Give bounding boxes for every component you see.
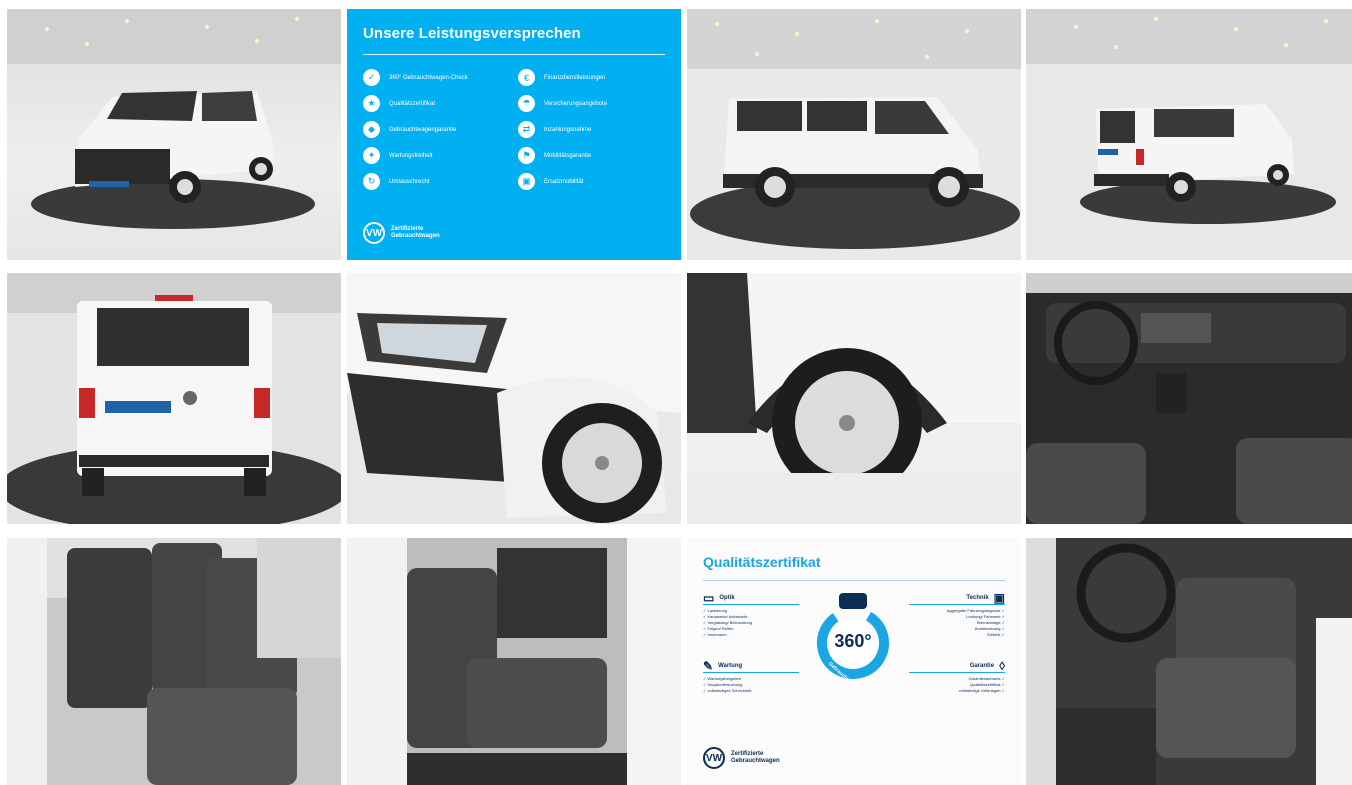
photo-rear[interactable] bbox=[7, 273, 341, 524]
photo-dashboard[interactable] bbox=[1026, 273, 1352, 524]
wartung-title: Wartung bbox=[718, 663, 743, 669]
promise-title: Unsere Leistungsversprechen bbox=[363, 25, 581, 42]
garantie-section: Garantie ◊ Garantienachweis ✓ Qualitätsze… bbox=[909, 659, 1005, 694]
photo-wheel[interactable] bbox=[687, 273, 1021, 524]
photo-front-left[interactable] bbox=[7, 9, 341, 260]
car-check-icon: ▣ bbox=[993, 591, 1005, 605]
tradein-icon: ⇄ bbox=[518, 121, 535, 138]
van-wheel-image bbox=[687, 273, 1021, 524]
brand-line-1: Zertifizierte bbox=[391, 226, 424, 232]
photo-front-seats[interactable] bbox=[1026, 538, 1352, 785]
van-side-image bbox=[687, 9, 1021, 260]
finance-icon: € bbox=[518, 69, 535, 86]
vw-logo-icon: VW bbox=[363, 222, 385, 244]
promise-brand: VW Zertifizierte Gebrauchtwagen bbox=[363, 222, 440, 244]
brand-line-2: Gebrauchtwagen bbox=[391, 233, 440, 239]
promise-item: ★ Qualitätszertifikat bbox=[363, 95, 510, 112]
garantie-title: Garantie bbox=[969, 663, 995, 669]
photo-headlight[interactable] bbox=[347, 273, 681, 524]
optik-title: Optik bbox=[719, 595, 735, 601]
technik-title: Technik bbox=[966, 595, 989, 601]
brand-line-1: Zertifizierte bbox=[731, 751, 764, 757]
promise-item: ⚑ Mobilitätsgarantie bbox=[518, 147, 665, 164]
technik-item: Elektrik ✓ bbox=[987, 632, 1005, 637]
wartung-section: ✎ Wartung ✓ Wartungsfreigaben ✓ Hauptunte… bbox=[703, 659, 799, 694]
check-icon: ✓ bbox=[363, 69, 380, 86]
promise-item: ✦ Wartungsfreiheit bbox=[363, 147, 510, 164]
certificate-icon: ★ bbox=[363, 95, 380, 112]
360-gauge: 360° Gebrauchtwagen-Check bbox=[815, 591, 891, 704]
warranty-icon: ⚑ bbox=[518, 147, 535, 164]
vw-logo-icon: VW bbox=[703, 747, 725, 769]
quality-title: Qualitätszertifikat bbox=[703, 554, 821, 570]
technik-section: Technik ▣ Aggregate/ Fahrzeugdiagnose ✓ L… bbox=[909, 591, 1005, 638]
van-passenger-seat-image bbox=[347, 538, 681, 785]
promise-item: ↻ Umtauschrecht bbox=[363, 173, 510, 190]
promise-item: ✓ 360° Gebrauchtwagen-Check bbox=[363, 69, 510, 86]
promise-divider bbox=[363, 54, 665, 55]
photo-rear-left[interactable] bbox=[1026, 9, 1352, 260]
shield-icon: ◆ bbox=[363, 121, 380, 138]
promise-card[interactable]: Unsere Leistungsversprechen ✓ 360° Gebrau… bbox=[347, 9, 681, 260]
wrench-icon: ✦ bbox=[363, 147, 380, 164]
van-rear-left-image bbox=[1026, 9, 1352, 260]
van-rear-seats-image bbox=[7, 538, 341, 785]
photo-passenger-seat[interactable] bbox=[347, 538, 681, 785]
photo-side[interactable] bbox=[687, 9, 1021, 260]
brand-line-2: Gebrauchtwagen bbox=[731, 758, 780, 764]
promise-item: ◆ Gebrauchtwagengarantie bbox=[363, 121, 510, 138]
insurance-icon: ☂ bbox=[518, 95, 535, 112]
quality-card[interactable]: Qualitätszertifikat ▭ Optik ✓ Lackierung … bbox=[687, 538, 1021, 785]
car-icon: ▣ bbox=[518, 173, 535, 190]
garantie-item: vollständige Unterlagen ✓ bbox=[958, 688, 1005, 693]
promise-item: € Finanzdienstleistungen bbox=[518, 69, 665, 86]
optik-section: ▭ Optik ✓ Lackierung ✓ Karosserie/ Anbaut… bbox=[703, 591, 799, 638]
van-headlight-image bbox=[347, 273, 681, 524]
shield-check-icon: ◊ bbox=[999, 659, 1005, 673]
van-front-left-image bbox=[7, 9, 341, 260]
wartung-item: ✓ vollständiges Scheckheft bbox=[703, 688, 752, 693]
exchange-icon: ↻ bbox=[363, 173, 380, 190]
photo-gallery: Unsere Leistungsversprechen ✓ 360° Gebrau… bbox=[0, 0, 1352, 785]
promise-item: ▣ Ersatzmobilität bbox=[518, 173, 665, 190]
gauge-value: 360° bbox=[834, 631, 872, 651]
optik-item: ✓ Innenraum bbox=[703, 632, 727, 637]
quality-brand: VW Zertifizierte Gebrauchtwagen bbox=[703, 747, 780, 769]
promise-item: ☂ Versicherungsangebote bbox=[518, 95, 665, 112]
van-dashboard-image bbox=[1026, 273, 1352, 524]
promise-list: ✓ 360° Gebrauchtwagen-Check € Finanzdienst… bbox=[363, 69, 665, 190]
promise-item: ⇄ Inzahlungsnahme bbox=[518, 121, 665, 138]
van-front-seats-image bbox=[1026, 538, 1352, 785]
wrench-icon: ✎ bbox=[703, 659, 714, 673]
photo-rear-seats[interactable] bbox=[7, 538, 341, 785]
van-rear-image bbox=[7, 273, 341, 524]
paint-icon: ▭ bbox=[703, 591, 715, 605]
quality-divider bbox=[703, 580, 1005, 581]
quality-content: ▭ Optik ✓ Lackierung ✓ Karosserie/ Anbaut… bbox=[703, 591, 1005, 731]
